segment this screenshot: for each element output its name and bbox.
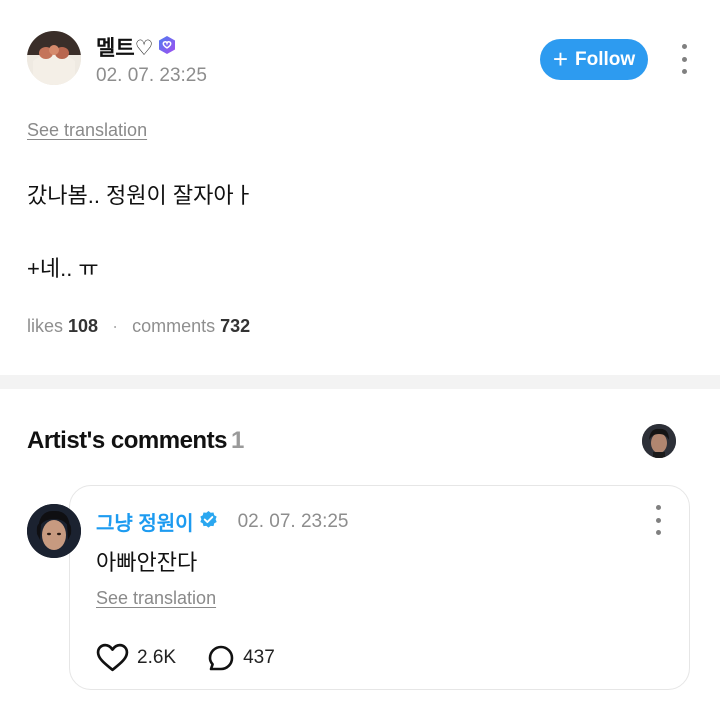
post-stats: likes 108 · comments 732: [27, 316, 250, 337]
comments-label: comments: [132, 316, 216, 336]
comment-see-translation-link[interactable]: See translation: [96, 588, 216, 609]
post-author-row: 멜트♡: [96, 32, 177, 62]
artist-avatar-small[interactable]: [642, 424, 676, 458]
section-divider: [0, 375, 720, 389]
comments-count[interactable]: 732: [220, 316, 250, 336]
follow-button[interactable]: + Follow: [540, 39, 648, 80]
like-button[interactable]: 2.6K: [96, 643, 176, 672]
comment-timestamp: 02. 07. 23:25: [237, 510, 349, 532]
comment-text: 아빠안잔다: [96, 550, 198, 575]
comment-author-row: 그냥 정원이 02. 07. 23:25: [96, 507, 349, 536]
artist-comments-heading: Artist's comments 1: [27, 427, 244, 455]
comment-bubble-icon: [208, 645, 234, 670]
post-author-avatar[interactable]: [27, 31, 81, 85]
artist-comments-title: Artist's comments: [27, 427, 227, 454]
follow-label: Follow: [575, 48, 636, 70]
reply-count: 437: [243, 646, 275, 668]
comment-actions: 2.6K 437: [96, 643, 275, 672]
post-more-options-icon[interactable]: [680, 44, 688, 74]
plus-icon: +: [552, 43, 569, 74]
membership-badge-icon: [157, 35, 177, 60]
post-author-name[interactable]: 멜트♡: [96, 32, 153, 62]
heart-icon: [96, 643, 129, 672]
verified-badge-icon: [199, 510, 218, 534]
post-body-line-2: +네.. ㅠ: [27, 256, 99, 281]
artist-comments-count: 1: [230, 427, 244, 454]
artist-avatar-small-image: [642, 424, 676, 458]
post-see-translation-link[interactable]: See translation: [27, 120, 147, 141]
reply-button[interactable]: 437: [207, 644, 275, 672]
likes-label: likes: [27, 316, 64, 336]
stats-separator: ·: [112, 316, 119, 336]
likes-count[interactable]: 108: [68, 316, 98, 336]
avatar-image: [27, 31, 81, 85]
comment-avatar-image: [27, 504, 81, 558]
post-body-line-1: 갔나봄.. 정원이 잘자아ㅏ: [27, 183, 254, 208]
comment-author-avatar[interactable]: [27, 504, 81, 558]
comment-more-options-icon[interactable]: [654, 505, 662, 535]
comment-author-name[interactable]: 그냥 정원이: [96, 507, 194, 536]
like-count: 2.6K: [137, 646, 177, 668]
post-timestamp: 02. 07. 23:25: [96, 65, 207, 86]
